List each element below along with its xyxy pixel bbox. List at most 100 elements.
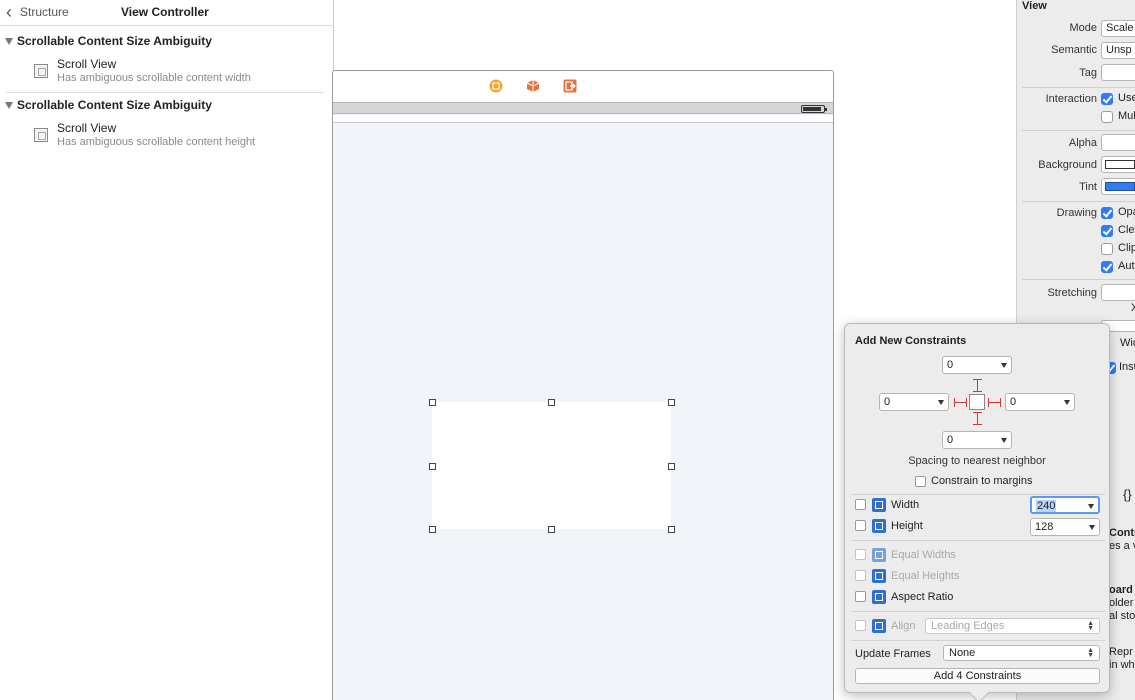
height-value: 128 — [1035, 521, 1054, 533]
equal-widths-checkbox[interactable] — [855, 549, 866, 560]
clip-to-bounds-checkbox[interactable] — [1101, 243, 1113, 255]
library-item-desc: al stor — [1109, 610, 1135, 622]
width-value-field[interactable]: 240 — [1030, 496, 1100, 514]
scene-top-bar — [333, 115, 833, 123]
view-controller-scene[interactable] — [332, 70, 834, 700]
align-checkbox[interactable] — [855, 620, 866, 631]
scene-dock — [333, 71, 833, 103]
add-constraints-button[interactable]: Add 4 Constraints — [855, 668, 1100, 684]
width-label: Width — [891, 499, 920, 511]
back-chevron-icon[interactable]: ‹ — [6, 3, 12, 21]
equal-widths-label: Equal Widths — [891, 549, 956, 561]
resize-handle[interactable] — [429, 526, 436, 533]
exit-icon[interactable] — [563, 79, 577, 93]
object-library-braces-icon[interactable]: {} — [1123, 487, 1132, 502]
view-controller-icon[interactable] — [489, 79, 503, 93]
issue-group-title[interactable]: Scrollable Content Size Ambiguity — [17, 34, 212, 48]
stretching-x-field[interactable] — [1101, 284, 1135, 301]
scroll-view-selected[interactable] — [432, 402, 671, 529]
dropdown-arrow-icon[interactable] — [1064, 400, 1070, 405]
updown-arrow-icon: ▲ ▼ — [1087, 620, 1094, 632]
drawing-label: Drawing — [1056, 207, 1097, 219]
first-responder-icon[interactable] — [526, 79, 540, 93]
constraint-target-box — [969, 394, 985, 410]
navigator-header: ‹ Structure View Controller — [0, 0, 333, 26]
opaque-checkbox[interactable] — [1101, 207, 1113, 219]
issue-item-title[interactable]: Scroll View — [57, 57, 116, 71]
strut-cap — [988, 398, 989, 407]
battery-icon — [801, 105, 827, 113]
strut-cap — [973, 424, 982, 425]
width-constraint-icon — [872, 498, 886, 512]
constrain-margins-label: Constrain to margins — [931, 475, 1033, 487]
multiple-touch-checkbox[interactable] — [1101, 111, 1113, 123]
height-checkbox[interactable] — [855, 520, 866, 531]
strut-cap — [1000, 398, 1001, 407]
aspect-ratio-checkbox[interactable] — [855, 591, 866, 602]
dropdown-arrow-icon[interactable] — [1089, 525, 1095, 530]
alpha-field[interactable] — [1101, 134, 1135, 151]
resize-handle[interactable] — [548, 526, 555, 533]
library-item-desc: older — [1109, 597, 1134, 609]
user-interaction-checkbox[interactable] — [1101, 93, 1113, 105]
align-popup[interactable]: Leading Edges ▲ ▼ — [925, 618, 1100, 634]
resize-handle[interactable] — [668, 526, 675, 533]
library-item-desc: in wh — [1109, 659, 1135, 671]
inspector-divider — [1022, 87, 1135, 88]
popover-divider — [851, 611, 1105, 612]
aspect-ratio-icon — [872, 590, 886, 604]
equal-heights-icon — [872, 569, 886, 583]
trailing-spacing-field[interactable]: 0 — [1005, 393, 1075, 411]
scroll-view-icon — [34, 128, 48, 142]
disclosure-triangle-icon[interactable] — [5, 102, 13, 109]
leading-spacing-value: 0 — [884, 396, 891, 408]
structure-back-button[interactable]: Structure — [20, 5, 69, 19]
disclosure-triangle-icon[interactable] — [5, 38, 13, 45]
strut-cap — [966, 398, 967, 407]
dropdown-arrow-icon[interactable] — [1001, 438, 1007, 443]
dropdown-arrow-icon[interactable] — [938, 400, 944, 405]
tag-field[interactable] — [1101, 64, 1135, 81]
resize-handle[interactable] — [668, 463, 675, 470]
opaque-label: Opa — [1118, 206, 1135, 218]
height-value-field[interactable]: 128 — [1030, 518, 1100, 536]
width-checkbox[interactable] — [855, 499, 866, 510]
background-swatch — [1105, 160, 1135, 169]
align-icon — [872, 619, 886, 633]
bottom-spacing-value: 0 — [947, 434, 954, 446]
tag-label: Tag — [1079, 67, 1097, 79]
add-constraints-popover: Add New Constraints 0 0 0 0 Spacing to n… — [844, 323, 1110, 700]
inspector-section-title: View — [1022, 0, 1047, 12]
issue-item-title[interactable]: Scroll View — [57, 121, 116, 135]
constrain-margins-checkbox[interactable] — [915, 476, 926, 487]
library-item-title: oard — [1109, 584, 1133, 596]
resize-handle[interactable] — [429, 399, 436, 406]
resize-handle[interactable] — [668, 399, 675, 406]
equal-widths-icon — [872, 548, 886, 562]
semantic-popup[interactable]: Unsp — [1101, 42, 1135, 59]
autoresize-subviews-checkbox[interactable] — [1101, 261, 1113, 273]
semantic-label: Semantic — [1051, 44, 1097, 56]
background-label: Background — [1038, 159, 1097, 171]
resize-handle[interactable] — [548, 399, 555, 406]
library-item-desc: Repr — [1109, 646, 1133, 658]
update-frames-popup[interactable]: None ▲ ▼ — [943, 645, 1100, 661]
height-constraint-icon — [872, 519, 886, 533]
height-label: Height — [891, 520, 923, 532]
popover-divider — [851, 640, 1105, 641]
resize-handle[interactable] — [429, 463, 436, 470]
issue-group-title[interactable]: Scrollable Content Size Ambiguity — [17, 98, 212, 112]
dropdown-arrow-icon[interactable] — [1001, 363, 1007, 368]
issue-item-subtitle: Has ambiguous scrollable content height — [57, 136, 256, 148]
clears-graphics-checkbox[interactable] — [1101, 225, 1113, 237]
tint-color-well[interactable] — [1101, 178, 1135, 195]
mode-popup[interactable]: Scale — [1101, 20, 1135, 37]
leading-spacing-field[interactable]: 0 — [879, 393, 949, 411]
navigator-title: View Controller — [121, 5, 209, 19]
bottom-spacing-field[interactable]: 0 — [942, 431, 1012, 449]
background-color-well[interactable] — [1101, 156, 1135, 173]
top-spacing-field[interactable]: 0 — [942, 356, 1012, 374]
dropdown-arrow-icon[interactable] — [1088, 504, 1094, 509]
mode-label: Mode — [1069, 22, 1097, 34]
equal-heights-checkbox[interactable] — [855, 570, 866, 581]
